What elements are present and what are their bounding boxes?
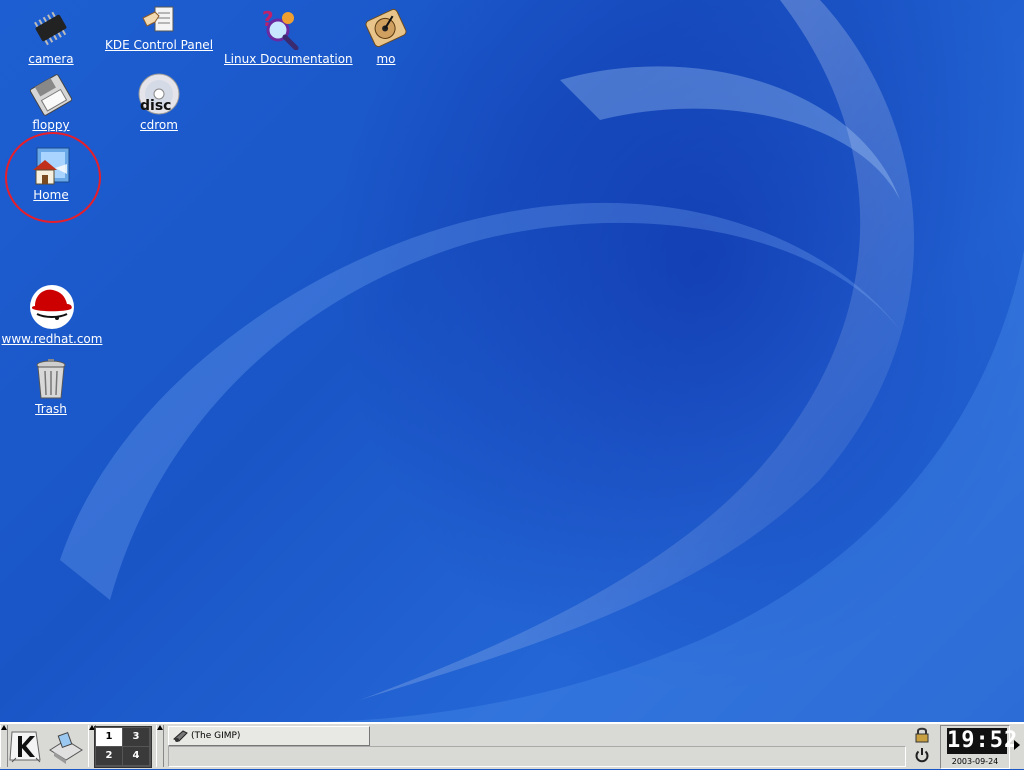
desktop-icon-mo[interactable]: mo xyxy=(331,6,441,66)
pager-desktop-2[interactable]: 2 xyxy=(96,747,122,765)
desktop-icon-label: cdrom xyxy=(140,118,178,132)
desktop-icon-label: KDE Control Panel xyxy=(104,38,214,52)
desktop-icon-label: Trash xyxy=(35,402,67,416)
panel-clock[interactable]: 19:52 2003-09-24 xyxy=(940,725,1019,769)
kmenu-button[interactable] xyxy=(6,726,46,766)
desktop-background[interactable]: camera KDE Control Panel ? Linux Documen… xyxy=(0,0,1024,722)
taskbar-button-gimp[interactable]: (The GIMP) xyxy=(168,726,370,746)
cdrom-disc-text: disc xyxy=(140,98,171,114)
camera-chip-icon xyxy=(34,11,67,46)
lock-screen-icon[interactable] xyxy=(914,727,930,743)
desktop-access-button[interactable] xyxy=(46,726,86,766)
desktop-icon-linux-documentation[interactable]: ? Linux Documentation xyxy=(224,6,353,66)
trash-icon xyxy=(36,359,66,399)
show-desktop-icon xyxy=(49,732,83,764)
desktop-icon-home[interactable]: Home xyxy=(0,144,106,202)
clock-date: 2003-09-24 xyxy=(951,757,999,766)
desktop-pager: 1 3 2 4 xyxy=(94,726,152,768)
gimp-icon xyxy=(173,730,188,742)
pager-desktop-3[interactable]: 3 xyxy=(123,728,149,746)
control-panel-icon xyxy=(142,6,174,32)
clock-time: 19:52 xyxy=(947,728,1019,754)
desktop-icon-camera[interactable]: camera xyxy=(0,6,106,66)
desktop-icon-label: www.redhat.com xyxy=(1,332,103,346)
floppy-icon xyxy=(29,74,73,116)
pager-desktop-4[interactable]: 4 xyxy=(123,747,149,765)
desktop-icon-floppy[interactable]: floppy xyxy=(0,74,106,132)
panel-hide-button-right[interactable] xyxy=(1014,740,1020,750)
taskbar-empty-area[interactable] xyxy=(168,746,906,767)
logout-power-icon[interactable] xyxy=(914,747,930,763)
desktop-icon-kde-control-panel[interactable]: KDE Control Panel xyxy=(104,4,214,52)
desktop-icon-label: floppy xyxy=(32,118,70,132)
documentation-icon: ? xyxy=(262,7,299,50)
desktop-icon-trash[interactable]: Trash xyxy=(0,358,106,416)
kde-logo-icon xyxy=(9,731,41,763)
desktop-icon-label: camera xyxy=(28,52,74,66)
home-folder-icon xyxy=(33,147,70,185)
pager-desktop-1[interactable]: 1 xyxy=(96,728,122,746)
cdrom-icon: disc xyxy=(138,73,180,115)
desktop-icon-cdrom[interactable]: disc cdrom xyxy=(104,72,214,132)
desktop-icon-label: mo xyxy=(376,52,396,66)
hard-disk-icon xyxy=(365,8,407,48)
redhat-icon xyxy=(30,285,74,329)
desktop-icon-label: Home xyxy=(33,188,69,202)
desktop-icon-redhat[interactable]: www.redhat.com xyxy=(0,284,107,346)
taskbar-button-label: (The GIMP) xyxy=(191,731,241,741)
kde-panel: 1 3 2 4 (The GIMP) 19:52 2003-09-24 xyxy=(0,722,1024,769)
panel-separator[interactable] xyxy=(156,725,164,767)
